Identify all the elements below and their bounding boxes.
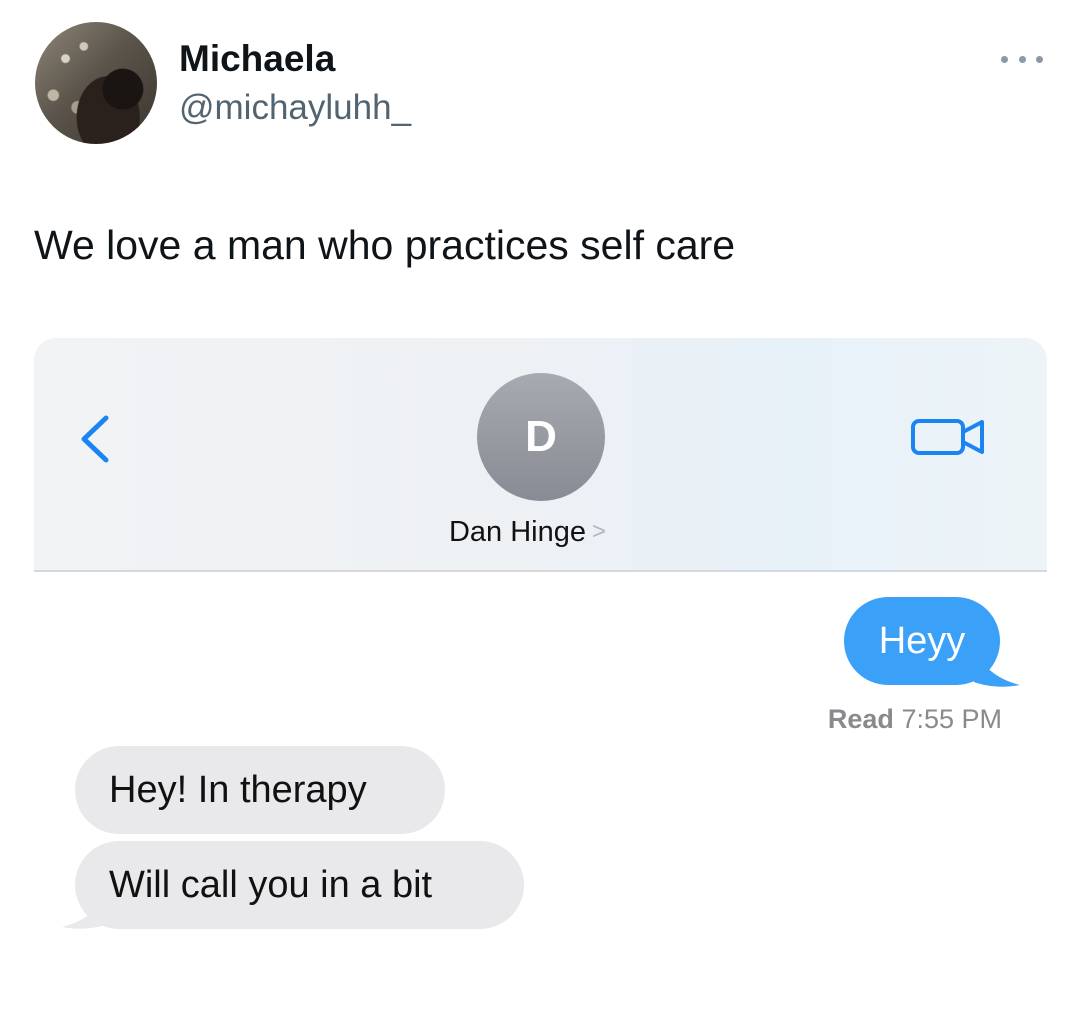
video-camera-icon[interactable] <box>910 417 990 457</box>
display-name[interactable]: Michaela <box>179 38 335 80</box>
dot <box>1018 55 1026 63</box>
contact-name: Dan Hinge <box>448 516 586 548</box>
received-message-bubble[interactable]: Hey! In therapy <box>75 746 445 834</box>
read-time: 7:55 PM <box>901 704 1002 734</box>
user-handle[interactable]: @michayluhh_ <box>179 88 411 128</box>
dot <box>1001 55 1008 63</box>
back-chevron-icon[interactable] <box>76 412 116 466</box>
more-options-icon[interactable] <box>1001 52 1043 66</box>
contact-avatar[interactable]: D <box>477 373 605 501</box>
message-screenshot[interactable]: D Dan Hinge > Heyy Read 7:55 PM Hey! In t… <box>34 338 1047 998</box>
received-message-text: Will call you in a bit <box>109 863 433 906</box>
tweet-text: We love a man who practices self care <box>34 222 736 268</box>
bubble-tail-icon <box>974 652 1020 687</box>
sent-message-text: Heyy <box>878 619 966 662</box>
dot <box>1036 55 1043 63</box>
read-receipt: Read 7:55 PM <box>34 704 1002 735</box>
contact-name-row[interactable]: Dan Hinge > <box>34 516 1047 549</box>
chevron-right-icon: > <box>592 518 607 545</box>
read-label: Read <box>827 704 894 734</box>
profile-avatar[interactable] <box>35 22 157 144</box>
bubble-tail-icon <box>62 894 108 929</box>
received-message-text: Hey! In therapy <box>109 768 367 811</box>
contact-initial: D <box>525 412 557 461</box>
received-message-bubble[interactable]: Will call you in a bit <box>75 841 524 929</box>
conversation-header: D Dan Hinge > <box>34 338 1047 572</box>
